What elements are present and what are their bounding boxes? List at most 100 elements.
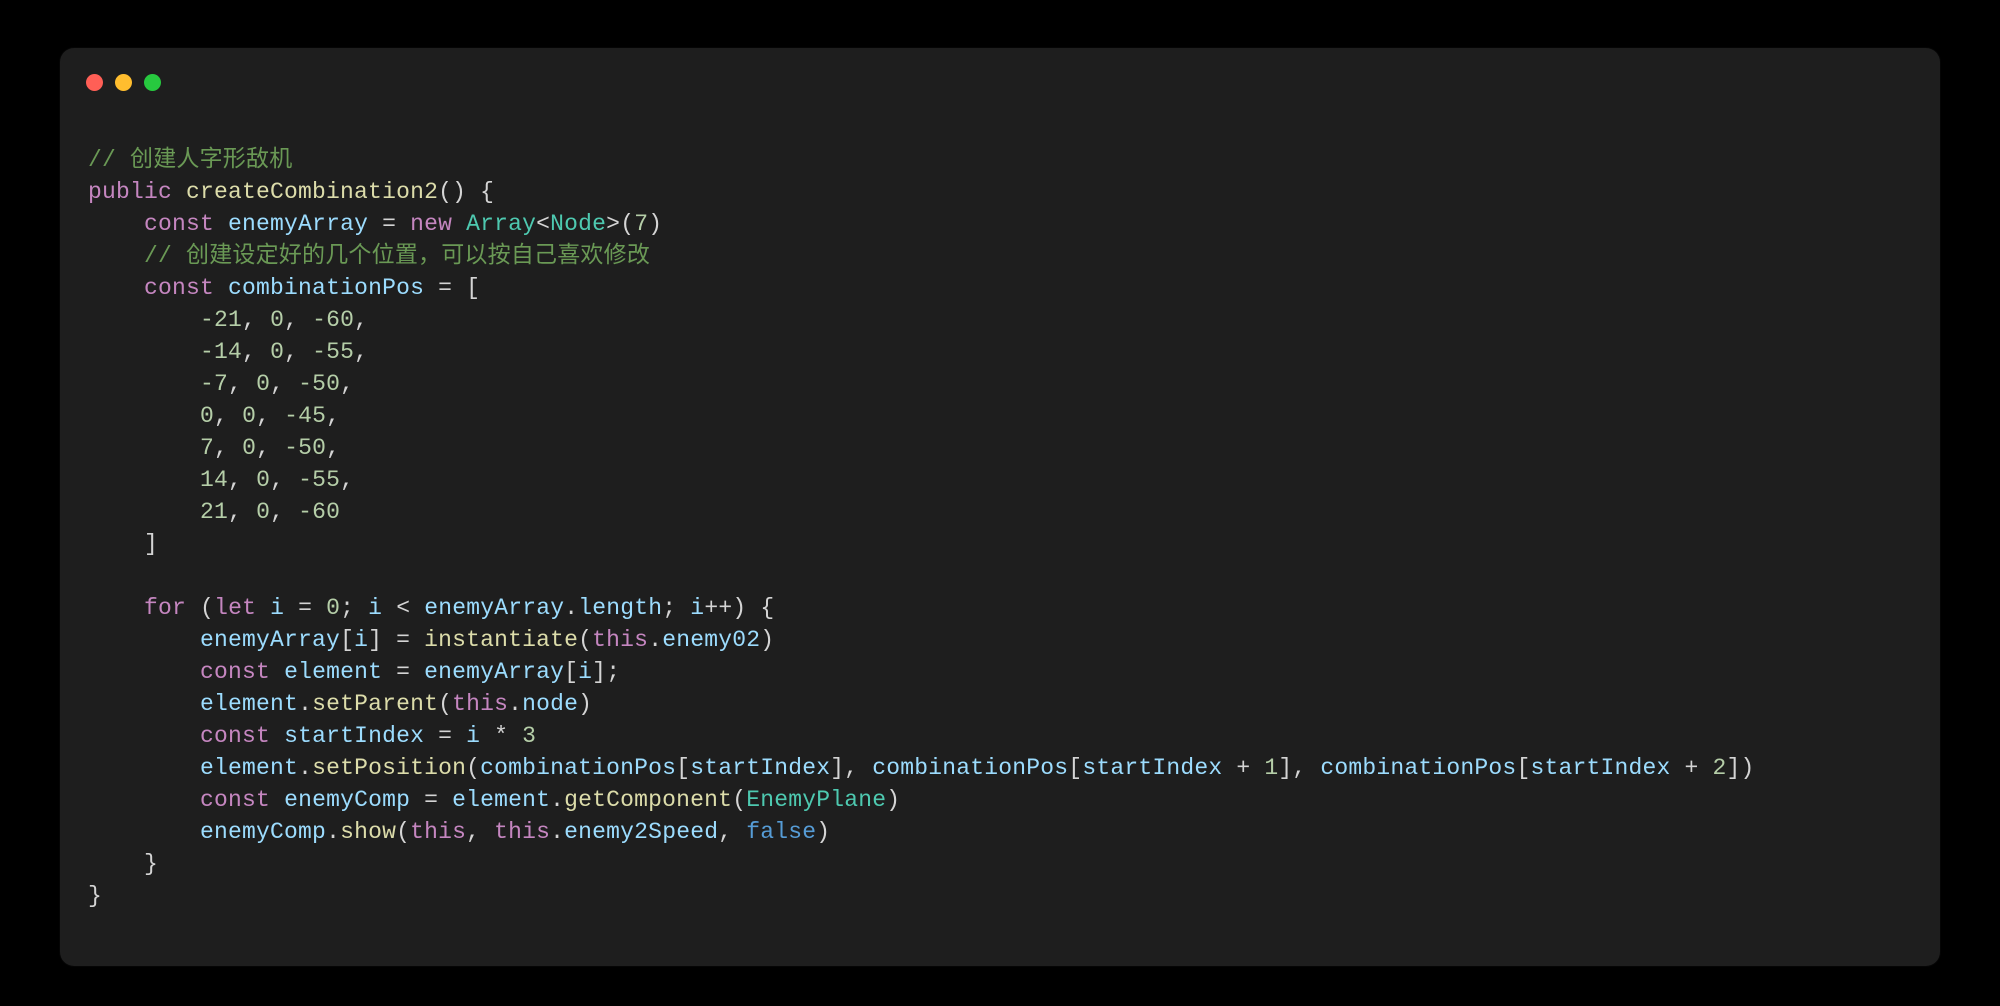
code-token: = [382, 627, 424, 653]
code-token: ] [592, 659, 606, 685]
code-token: enemyArray [424, 659, 564, 685]
code-token: setParent [312, 691, 438, 717]
code-token: ; [662, 595, 676, 621]
minimize-icon[interactable] [115, 74, 132, 91]
code-token: 0 [256, 371, 270, 397]
code-token: ; [606, 659, 620, 685]
code-token: ] [1727, 755, 1741, 781]
code-token: -14 [200, 339, 242, 365]
maximize-icon[interactable] [144, 74, 161, 91]
code-token: enemyComp [284, 787, 410, 813]
code-token: 3 [522, 723, 536, 749]
code-token: 0 [270, 339, 284, 365]
code-token: i [368, 595, 382, 621]
code-comment: // 创建人字形敌机 [88, 147, 292, 173]
code-block: // 创建人字形敌机 public createCombination2() {… [88, 144, 1755, 912]
code-token: enemy2Speed [564, 819, 718, 845]
code-token: -55 [298, 467, 340, 493]
close-icon[interactable] [86, 74, 103, 91]
code-token: = [382, 659, 424, 685]
code-token: false [746, 819, 816, 845]
code-token: . [326, 819, 340, 845]
code-token: . [508, 691, 522, 717]
code-token: 0 [200, 403, 214, 429]
code-window: // 创建人字形敌机 public createCombination2() {… [60, 48, 1940, 966]
code-token: , [284, 307, 312, 333]
code-token: , [354, 339, 368, 365]
code-token: ( [396, 819, 410, 845]
code-token: [ [676, 755, 690, 781]
code-token: , [270, 499, 298, 525]
code-token: , [340, 467, 354, 493]
code-token: const [144, 211, 214, 237]
code-token: this [592, 627, 648, 653]
code-token: . [564, 595, 578, 621]
code-token: createCombination2 [186, 179, 438, 205]
code-token: = [410, 787, 452, 813]
code-token: ] [144, 531, 158, 557]
code-token: this [410, 819, 466, 845]
code-token: , [270, 371, 298, 397]
code-token: , [242, 339, 270, 365]
code-token: -7 [200, 371, 228, 397]
code-token: -60 [312, 307, 354, 333]
code-token: startIndex [284, 723, 424, 749]
code-token: 7 [634, 211, 648, 237]
code-token: , [228, 371, 256, 397]
code-token: 14 [200, 467, 228, 493]
code-token: , [270, 467, 298, 493]
code-token: -55 [312, 339, 354, 365]
code-token: -50 [298, 371, 340, 397]
code-token: . [550, 819, 564, 845]
code-token: ( [578, 627, 592, 653]
code-token: , [214, 403, 242, 429]
code-token: ) [760, 627, 774, 653]
code-token: , [326, 403, 340, 429]
code-token: 0 [242, 403, 256, 429]
code-token: startIndex [1530, 755, 1670, 781]
code-token: } [88, 883, 102, 909]
code-token: . [298, 691, 312, 717]
code-token: i [466, 723, 480, 749]
code-token: combinationPos [872, 755, 1068, 781]
code-token: combinationPos [480, 755, 676, 781]
code-token: element [200, 755, 298, 781]
code-token: 0 [256, 499, 270, 525]
code-token: ) [452, 179, 466, 205]
code-token: Array [466, 211, 536, 237]
code-token: const [200, 659, 270, 685]
code-token: [ [1516, 755, 1530, 781]
code-token: enemyArray [424, 595, 564, 621]
code-token: . [298, 755, 312, 781]
code-token: getComponent [564, 787, 732, 813]
code-token: const [144, 275, 214, 301]
code-token: Node [550, 211, 606, 237]
code-token: , [844, 755, 872, 781]
code-token: * [480, 723, 522, 749]
code-token: ] [368, 627, 382, 653]
code-token: show [340, 819, 396, 845]
code-token: ) [648, 211, 662, 237]
code-token: ( [466, 755, 480, 781]
code-token: node [522, 691, 578, 717]
code-token: let [214, 595, 256, 621]
code-token: , [340, 371, 354, 397]
code-token: . [550, 787, 564, 813]
code-token: ) [578, 691, 592, 717]
code-token: . [648, 627, 662, 653]
code-token: < [382, 595, 424, 621]
code-token: 0 [270, 307, 284, 333]
code-token: i [578, 659, 592, 685]
code-token: [ [340, 627, 354, 653]
code-token: , [326, 435, 340, 461]
code-token: [ [1068, 755, 1082, 781]
code-token: ) [886, 787, 900, 813]
code-token: this [452, 691, 508, 717]
code-token: > [606, 211, 620, 237]
code-token: ] [830, 755, 844, 781]
code-token: public [88, 179, 172, 205]
code-token: EnemyPlane [746, 787, 886, 813]
code-token: + [1671, 755, 1713, 781]
code-token: 2 [1713, 755, 1727, 781]
code-token: , [284, 339, 312, 365]
